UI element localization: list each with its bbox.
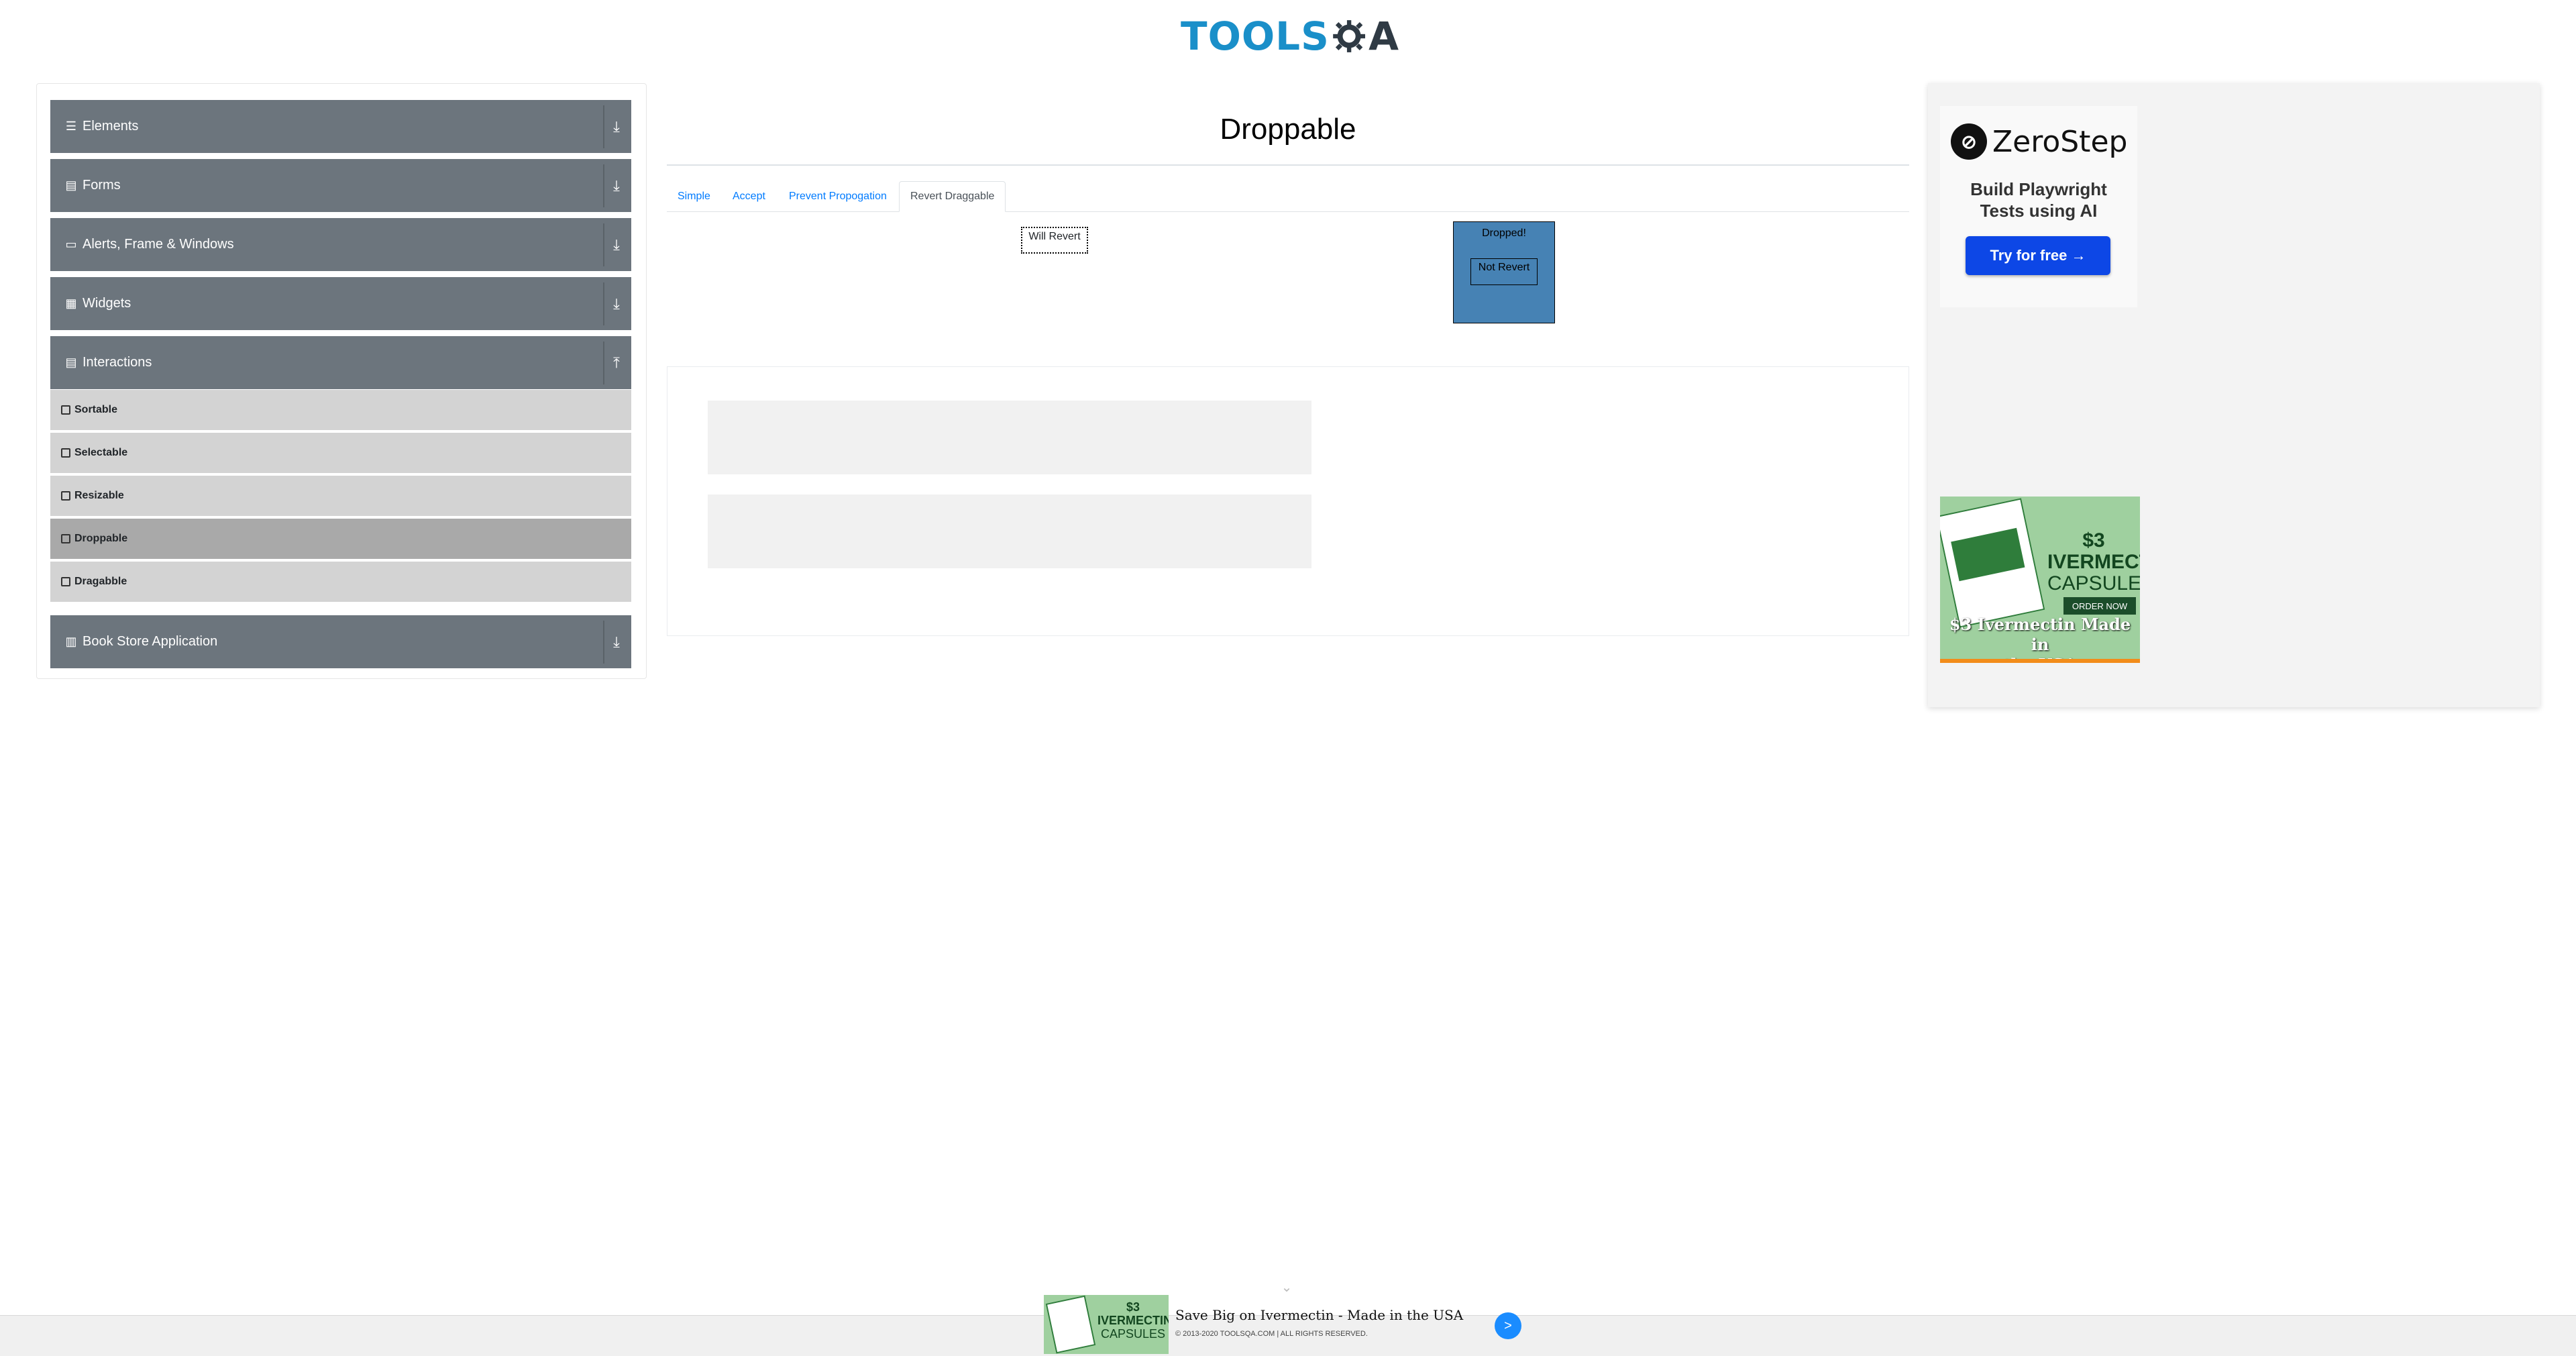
sidebar-item-resizable[interactable]: Resizable: [50, 476, 631, 517]
not-revertable-draggable[interactable]: Not Revert: [1470, 258, 1538, 285]
ad-price: $3 IVERMECTIN CAPSULES: [1097, 1300, 1169, 1341]
tab-simple[interactable]: Simple: [667, 181, 721, 212]
product-label: [1951, 527, 2025, 582]
item-icon: [61, 491, 70, 501]
download-arrow-icon[interactable]: ⤓: [607, 116, 626, 138]
page: TOOLS A ☰ Elements ⤓ ▤ Forms ⤓ ▭ Alerts,…: [0, 0, 2576, 1356]
group-label: Alerts, Frame & Windows: [83, 237, 234, 252]
page-title: Droppable: [1220, 113, 1356, 146]
group-forms[interactable]: ▤ Forms ⤓: [50, 159, 631, 213]
sidebar-item-label: Dragabble: [74, 576, 127, 587]
download-arrow-icon[interactable]: ⤓: [607, 631, 626, 653]
ad-banner[interactable]: [667, 366, 1909, 636]
document-icon: ▤: [65, 356, 77, 369]
item-icon: [61, 577, 70, 586]
revertable-draggable[interactable]: Will Revert: [1021, 227, 1088, 254]
try-for-free-button[interactable]: Try for free →: [1966, 236, 2110, 275]
window-icon: ▭: [65, 238, 77, 251]
bottom-sticky-ad[interactable]: $3 IVERMECTIN CAPSULES Save Big on Iverm…: [1044, 1294, 1527, 1356]
grid-icon: ▦: [65, 297, 77, 310]
price-line: $3: [2082, 529, 2105, 552]
ad-price: $3 IVERMECTIN CAPSULES: [2047, 530, 2140, 594]
ad-placeholder-graphic: [708, 401, 1311, 568]
logo-a: A: [1368, 13, 1399, 59]
zerostep-tagline-line: Build Playwright: [1970, 179, 2107, 199]
group-alerts[interactable]: ▭ Alerts, Frame & Windows ⤓: [50, 218, 631, 272]
zerostep-logo-icon: ⊘: [1951, 123, 1987, 160]
divider: [603, 105, 604, 148]
price-line: CAPSULES: [2047, 572, 2140, 594]
ivermectin-ad[interactable]: $3 IVERMECTIN CAPSULES ORDER NOW $3 Iver…: [1940, 497, 2140, 663]
price-line: $3: [1126, 1300, 1140, 1314]
sidebar: ☰ Elements ⤓ ▤ Forms ⤓ ▭ Alerts, Frame &…: [36, 83, 647, 679]
toolsqa-logo[interactable]: TOOLS A: [1181, 9, 1399, 63]
zerostep-tagline: Build Playwright Tests using AI: [1940, 178, 2137, 221]
tab-revert-draggable[interactable]: Revert Draggable: [899, 181, 1006, 212]
copyright-text: © 2013-2020 TOOLSQA.COM | ALL RIGHTS RES…: [1175, 1330, 1368, 1338]
zerostep-tagline-line: Tests using AI: [1980, 201, 2098, 221]
gear-icon: [1333, 20, 1365, 52]
tab-prevent-propogation[interactable]: Prevent Propogation: [778, 181, 898, 212]
sidebar-item-sortable[interactable]: Sortable: [50, 390, 631, 431]
ad-title: Save Big on Ivermectin - Made in the USA: [1175, 1307, 1464, 1323]
group-label: Book Store Application: [83, 634, 218, 649]
item-icon: [61, 534, 70, 543]
download-arrow-icon[interactable]: ⤓: [607, 293, 626, 315]
sidebar-item-label: Selectable: [74, 447, 128, 458]
list-icon: ☰: [65, 119, 77, 133]
zerostep-name: ZeroStep: [1992, 124, 2128, 159]
divider: [603, 282, 604, 325]
group-interactions[interactable]: ▤ Interactions ⤒: [50, 336, 631, 390]
right-ad-column: ⊘ ZeroStep Build Playwright Tests using …: [1928, 83, 2540, 707]
group-widgets[interactable]: ▦ Widgets ⤓: [50, 277, 631, 331]
title-divider: [667, 164, 1909, 166]
droppable-target[interactable]: Dropped! Not Revert: [1453, 221, 1555, 323]
ad-go-button[interactable]: >: [1495, 1312, 1521, 1339]
tab-bar: Simple Accept Prevent Propogation Revert…: [667, 181, 1909, 212]
document-icon: ▤: [65, 178, 77, 192]
drop-status: Dropped!: [1482, 227, 1526, 239]
group-label: Forms: [83, 178, 121, 193]
order-now-button[interactable]: ORDER NOW: [2063, 597, 2136, 615]
group-elements[interactable]: ☰ Elements ⤓: [50, 100, 631, 154]
price-line: IVERMECTIN: [1097, 1314, 1169, 1327]
group-label: Interactions: [83, 355, 152, 370]
item-icon: [61, 405, 70, 415]
product-box-image: [1940, 498, 2045, 628]
divider: [603, 223, 604, 266]
divider: [603, 164, 604, 207]
sidebar-item-label: Droppable: [74, 533, 128, 544]
divider: [603, 621, 604, 664]
price-line: IVERMECTIN: [2047, 551, 2140, 573]
download-arrow-icon[interactable]: ⤓: [607, 175, 626, 197]
ad-caption: $3 Ivermectin Made in the USA: [1940, 615, 2140, 663]
group-book-store[interactable]: ▥ Book Store Application ⤓: [50, 615, 631, 669]
ad-thumbnail: $3 IVERMECTIN CAPSULES: [1044, 1295, 1169, 1354]
sidebar-item-droppable[interactable]: Droppable: [50, 519, 631, 560]
caption-line: $3 Ivermectin Made in: [1949, 615, 2131, 654]
item-icon: [61, 448, 70, 458]
sidebar-item-selectable[interactable]: Selectable: [50, 433, 631, 474]
upload-arrow-icon[interactable]: ⤒: [607, 352, 626, 374]
chevron-down-icon[interactable]: ⌄: [1279, 1279, 1295, 1295]
sidebar-item-label: Resizable: [74, 490, 124, 501]
sidebar-item-label: Sortable: [74, 404, 118, 415]
product-box-image: [1045, 1295, 1096, 1354]
divider: [603, 342, 604, 384]
price-line: CAPSULES: [1100, 1327, 1166, 1341]
logo-text: TOOLS: [1181, 13, 1330, 59]
group-label: Elements: [83, 119, 139, 134]
download-arrow-icon[interactable]: ⤓: [607, 234, 626, 256]
tab-accept[interactable]: Accept: [722, 181, 776, 212]
zerostep-brand: ⊘ ZeroStep: [1951, 123, 2127, 160]
sidebar-item-dragabble[interactable]: Dragabble: [50, 562, 631, 603]
group-label: Widgets: [83, 296, 131, 311]
zerostep-ad[interactable]: ⊘ ZeroStep Build Playwright Tests using …: [1940, 106, 2137, 307]
book-icon: ▥: [65, 635, 77, 648]
ad-stripe: [1940, 659, 2140, 663]
